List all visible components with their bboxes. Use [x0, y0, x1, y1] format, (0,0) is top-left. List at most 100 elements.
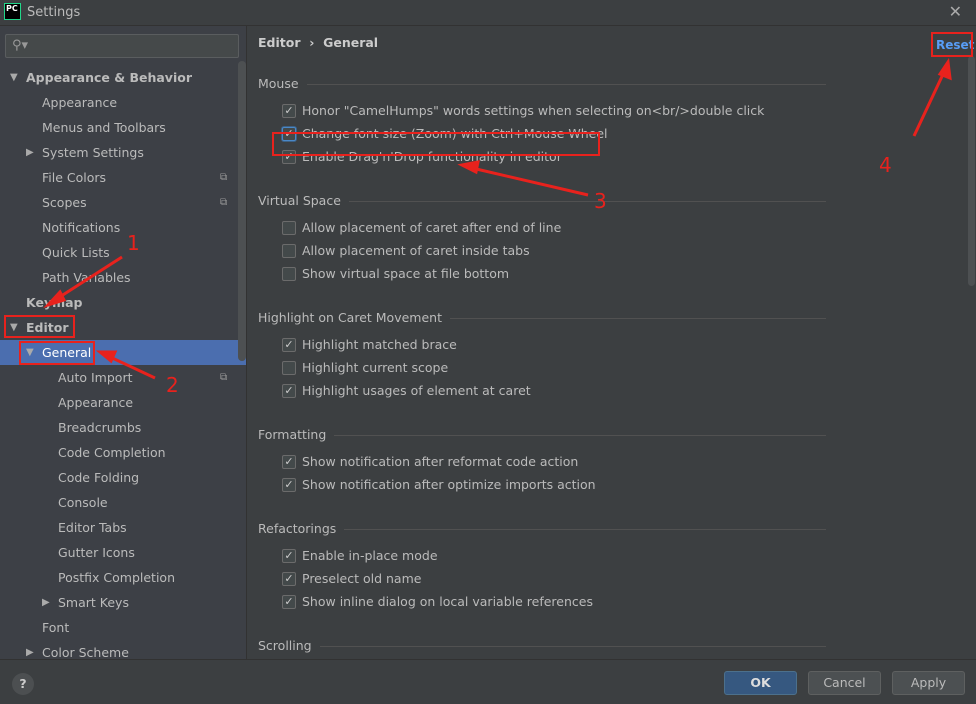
sidebar-item[interactable]: Breadcrumbs	[0, 415, 246, 440]
sidebar-item[interactable]: ▼ General	[0, 340, 246, 365]
sidebar-item-label: Scopes	[42, 195, 87, 210]
breadcrumb-item[interactable]: Editor	[258, 35, 301, 50]
cancel-button[interactable]: Cancel	[808, 671, 881, 695]
checkbox-checked[interactable]: ✓	[282, 595, 296, 609]
checkbox-checked[interactable]: ✓	[282, 104, 296, 118]
breadcrumb: Editor › General	[258, 35, 378, 50]
sidebar-item[interactable]: Notifications	[0, 215, 246, 240]
section-title: Formatting	[258, 427, 327, 442]
breadcrumb-separator: ›	[309, 35, 315, 50]
settings-sidebar: ⚲▾ ▼ Appearance & Behavior Appearance Menus…	[0, 26, 247, 659]
sidebar-item[interactable]: ▶ System Settings	[0, 140, 246, 165]
checkbox-unchecked[interactable]	[282, 244, 296, 258]
checkbox-unchecked[interactable]	[282, 221, 296, 235]
chevron-right-icon[interactable]: ▶	[26, 140, 34, 165]
section-title: Highlight on Caret Movement	[258, 310, 442, 325]
checkbox-checked[interactable]: ✓	[282, 478, 296, 492]
sidebar-scrollbar[interactable]	[238, 61, 246, 361]
sidebar-item[interactable]: Keymap	[0, 290, 246, 315]
section-header: Refactorings	[258, 521, 826, 536]
sidebar-item-label: System Settings	[42, 145, 144, 160]
sidebar-item[interactable]: ▶ Smart Keys	[0, 590, 246, 615]
apply-button[interactable]: Apply	[892, 671, 965, 695]
reset-button[interactable]: Reset	[936, 38, 974, 52]
sidebar-item-label: Editor	[26, 320, 69, 335]
section-title: Virtual Space	[258, 193, 341, 208]
search-icon: ⚲▾	[12, 38, 29, 53]
ok-button[interactable]: OK	[724, 671, 797, 695]
checkbox-checked[interactable]: ✓	[282, 127, 296, 141]
checkbox-label: Enable in-place mode	[302, 548, 438, 563]
section-divider	[349, 201, 826, 202]
sidebar-item-label: Color Scheme	[42, 645, 129, 659]
checkbox-label: Honor "CamelHumps" words settings when s…	[302, 103, 765, 118]
checkbox-label: Change font size (Zoom) with Ctrl+Mouse …	[302, 126, 608, 141]
sidebar-item[interactable]: Font	[0, 615, 246, 640]
annotation-number: 3	[594, 189, 607, 213]
sidebar-item[interactable]: Path Variables	[0, 265, 246, 290]
sidebar-item[interactable]: Code Completion	[0, 440, 246, 465]
project-scope-icon: ⧉	[220, 172, 228, 183]
section-divider	[307, 84, 826, 85]
annotation-number: 1	[127, 231, 140, 255]
section-title: Refactorings	[258, 521, 337, 536]
checkbox-checked[interactable]: ✓	[282, 338, 296, 352]
help-button[interactable]: ?	[12, 673, 34, 695]
sidebar-item[interactable]: Postfix Completion	[0, 565, 246, 590]
sidebar-item[interactable]: ▼ Editor	[0, 315, 246, 340]
sidebar-item[interactable]: Editor Tabs	[0, 515, 246, 540]
sidebar-item[interactable]: ▼ Appearance & Behavior	[0, 65, 246, 90]
checkbox-label: Show notification after optimize imports…	[302, 477, 596, 492]
sidebar-item-label: Notifications	[42, 220, 121, 235]
sidebar-item[interactable]: Menus and Toolbars	[0, 115, 246, 140]
sidebar-item-label: Breadcrumbs	[58, 420, 142, 435]
checkbox-label: Preselect old name	[302, 571, 422, 586]
sidebar-item-label: Font	[42, 620, 70, 635]
section-divider	[450, 318, 826, 319]
sidebar-item-label: Smart Keys	[58, 595, 129, 610]
sidebar-item-label: Menus and Toolbars	[42, 120, 166, 135]
checkbox-checked[interactable]: ✓	[282, 572, 296, 586]
sidebar-item-label: General	[42, 345, 92, 360]
sidebar-item[interactable]: Gutter Icons	[0, 540, 246, 565]
checkbox-label: Allow placement of caret after end of li…	[302, 220, 562, 235]
content-scrollbar[interactable]	[968, 56, 975, 286]
chevron-down-icon[interactable]: ▼	[10, 65, 18, 90]
chevron-down-icon[interactable]: ▼	[10, 315, 18, 340]
sidebar-item[interactable]: Appearance	[0, 90, 246, 115]
checkbox-label: Enable Drag'n'Drop functionality in edit…	[302, 149, 562, 164]
section-header: Mouse	[258, 76, 826, 91]
checkbox-checked[interactable]: ✓	[282, 549, 296, 563]
search-input[interactable]: ⚲▾	[5, 34, 239, 58]
sidebar-item[interactable]: File Colors ⧉	[0, 165, 246, 190]
close-icon[interactable]: ✕	[949, 2, 962, 21]
sidebar-item-label: Appearance	[58, 395, 134, 410]
checkbox-checked[interactable]: ✓	[282, 455, 296, 469]
section-header: Virtual Space	[258, 193, 826, 208]
checkbox-checked[interactable]: ✓	[282, 150, 296, 164]
checkbox-checked[interactable]: ✓	[282, 384, 296, 398]
checkbox-unchecked[interactable]	[282, 267, 296, 281]
chevron-down-icon[interactable]: ▼	[26, 340, 34, 365]
sidebar-item[interactable]: Appearance	[0, 390, 246, 415]
chevron-right-icon[interactable]: ▶	[42, 590, 50, 615]
sidebar-item-label: Code Folding	[58, 470, 140, 485]
annotation-number: 2	[166, 373, 179, 397]
section-divider	[320, 646, 826, 647]
checkbox-unchecked[interactable]	[282, 361, 296, 375]
section-header: Formatting	[258, 427, 826, 442]
sidebar-item-label: File Colors	[42, 170, 107, 185]
sidebar-item-label: Gutter Icons	[58, 545, 135, 560]
chevron-right-icon[interactable]: ▶	[26, 640, 34, 659]
sidebar-item[interactable]: Scopes ⧉	[0, 190, 246, 215]
sidebar-item[interactable]: Quick Lists	[0, 240, 246, 265]
checkbox-label: Allow placement of caret inside tabs	[302, 243, 530, 258]
checkbox-label: Highlight matched brace	[302, 337, 457, 352]
sidebar-item[interactable]: Code Folding	[0, 465, 246, 490]
checkbox-label: Show inline dialog on local variable ref…	[302, 594, 593, 609]
title-bar: PC Settings ✕	[0, 0, 976, 26]
sidebar-item[interactable]: Auto Import ⧉	[0, 365, 246, 390]
checkbox-label: Show virtual space at file bottom	[302, 266, 510, 281]
sidebar-item[interactable]: ▶ Color Scheme	[0, 640, 246, 659]
sidebar-item[interactable]: Console	[0, 490, 246, 515]
